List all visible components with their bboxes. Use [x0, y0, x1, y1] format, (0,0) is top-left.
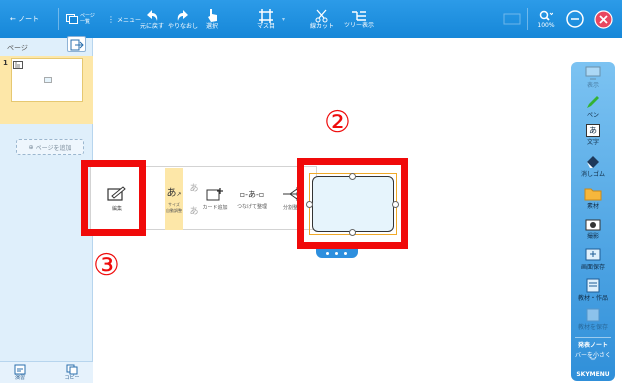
- eraser-icon: [587, 156, 599, 168]
- add-card-button[interactable]: カード追加: [200, 167, 230, 231]
- menu-dots-icon: ⋮: [107, 14, 115, 24]
- eraser-tool[interactable]: 消しゴム: [571, 155, 615, 178]
- back-to-note-button[interactable]: ← ノート: [10, 0, 39, 38]
- annotation-box-edit: [81, 160, 146, 236]
- text-icon: あ: [586, 124, 600, 137]
- skymenu-brand: SKYMENU: [576, 371, 610, 378]
- copy-icon: [66, 364, 78, 375]
- save-material-icon: [586, 308, 600, 322]
- exercise-icon: [14, 364, 26, 375]
- material-tool[interactable]: 素材: [571, 187, 615, 210]
- display-tool: 表示: [571, 66, 615, 89]
- pages-panel-footer: 演習 コピー: [0, 361, 93, 383]
- select-button[interactable]: 選択: [198, 0, 226, 38]
- camera-tool[interactable]: 撮影: [571, 218, 615, 240]
- top-toolbar: ← ノート ページ 一覧 ⋮ メニュー 元に戻す やりなおし 選択 マス目 ▾: [0, 0, 622, 38]
- auto-size-icon: あ↗: [166, 188, 182, 199]
- display-icon: [585, 66, 601, 80]
- close-button[interactable]: [594, 0, 613, 38]
- annotation-box-object: [297, 158, 408, 249]
- pages-list-icon: [66, 14, 78, 24]
- redo-button[interactable]: やりなおし: [168, 0, 198, 38]
- mini-card-icon: [44, 77, 52, 83]
- line-cut-button[interactable]: 線カット: [308, 0, 336, 38]
- app-window: ← ノート ページ 一覧 ⋮ メニュー 元に戻す やりなおし 選択 マス目 ▾: [0, 0, 622, 383]
- export-icon: [70, 39, 84, 51]
- tree-view-button[interactable]: ツリー表示: [342, 0, 376, 38]
- menu-button[interactable]: ⋮ メニュー: [107, 0, 141, 38]
- folder-icon: [584, 188, 602, 201]
- shrink-bar-button[interactable]: バーを小さく ︾: [571, 350, 615, 365]
- pages-list-button[interactable]: ページ 一覧: [66, 0, 95, 38]
- minimize-button[interactable]: [566, 0, 584, 38]
- tree-view-icon: [352, 10, 366, 21]
- mini-tree-icon: [13, 61, 23, 69]
- magnifier-icon: [539, 10, 553, 21]
- pages-panel: ページ 1 ⊕ ページを追加 演習 コピー: [0, 36, 93, 383]
- zoom-button[interactable]: 100%: [534, 0, 558, 38]
- disabled-tool-icon: [503, 13, 521, 25]
- connect-icon: ▫-あ-▫: [239, 189, 265, 199]
- undo-icon: [147, 9, 158, 21]
- scissors-icon: [315, 9, 328, 22]
- grid-icon: [259, 8, 273, 23]
- save-material-tool: 教材を保存: [571, 308, 615, 331]
- camera-icon: [585, 219, 601, 231]
- chevron-down-icon: ︾: [589, 358, 596, 365]
- export-pages-button[interactable]: [67, 36, 86, 52]
- add-card-icon: [206, 188, 223, 201]
- pen-icon: [587, 96, 599, 108]
- copy-button[interactable]: コピー: [58, 364, 86, 383]
- chevron-down-icon: ▾: [282, 15, 286, 23]
- exercise-button[interactable]: 演習: [6, 364, 34, 383]
- grid-dropdown[interactable]: ▾: [282, 0, 285, 38]
- annotation-label-3: ③: [93, 248, 120, 283]
- add-circle-icon: ⊕: [28, 143, 34, 151]
- undo-button[interactable]: 元に戻す: [138, 0, 166, 38]
- tool-panel: 表示 ペン あ 文字 消しゴム 素材 撮影 画面保存 教材・作品 教材を保存 発…: [571, 62, 615, 381]
- move-handle[interactable]: [316, 249, 358, 258]
- screenshot-icon: [585, 248, 601, 261]
- text-tool[interactable]: あ 文字: [571, 124, 615, 146]
- annotation-label-2: ②: [324, 105, 351, 140]
- font-size-down[interactable]: あ: [189, 204, 198, 217]
- font-size-stepper[interactable]: あ あ: [187, 167, 201, 231]
- auto-size-button[interactable]: あ↗ サイズ 自動調整: [162, 167, 186, 231]
- grid-button[interactable]: マス目: [254, 0, 278, 38]
- materials-works-tool[interactable]: 教材・作品: [571, 278, 615, 302]
- present-note-button[interactable]: 発表ノート: [571, 340, 615, 349]
- disabled-tool-button: [503, 0, 521, 38]
- pen-tool[interactable]: ペン: [571, 94, 615, 119]
- font-size-up[interactable]: あ: [189, 181, 198, 194]
- page-thumbnail-selected[interactable]: 1: [0, 56, 93, 124]
- hand-pointer-icon: [207, 9, 217, 22]
- pages-panel-title: ページ: [7, 44, 28, 52]
- connect-organize-button[interactable]: ▫-あ-▫ つなげて整理: [231, 167, 273, 231]
- page-thumbnail[interactable]: [11, 58, 83, 102]
- close-icon: [594, 9, 613, 29]
- page-number: 1: [3, 59, 8, 67]
- add-page-button[interactable]: ⊕ ページを追加: [16, 139, 84, 155]
- redo-icon: [177, 9, 188, 21]
- book-icon: [586, 278, 600, 293]
- minimize-icon: [566, 10, 584, 28]
- screen-save-tool[interactable]: 画面保存: [571, 248, 615, 271]
